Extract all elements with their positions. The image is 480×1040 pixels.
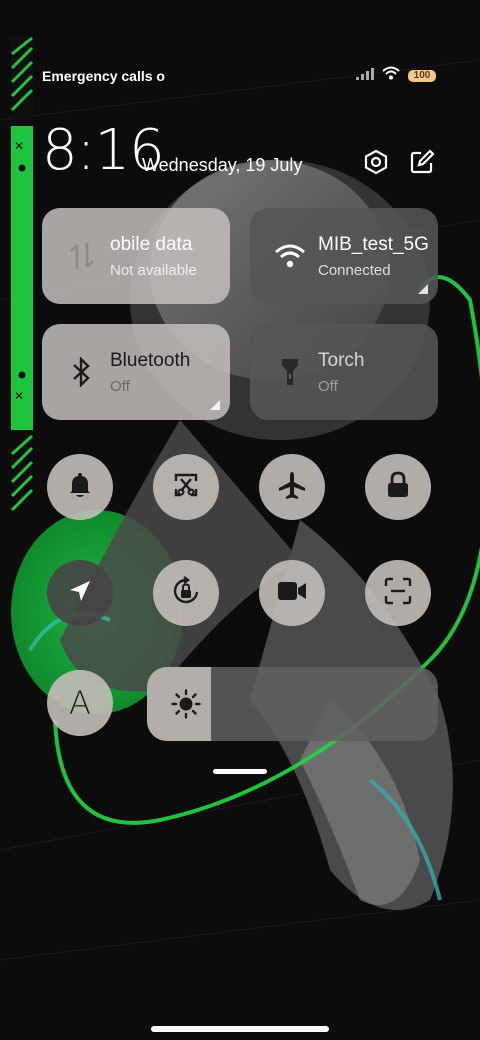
sun-icon <box>171 689 201 724</box>
scissors-screenshot-icon <box>172 471 200 504</box>
data-arrows-icon <box>66 240 98 272</box>
drag-handle[interactable] <box>213 769 267 774</box>
header: 8:16 Wednesday, 19 July <box>0 118 480 188</box>
expand-corner-icon[interactable] <box>210 400 220 410</box>
wifi-icon <box>274 240 306 272</box>
clock-date: Wednesday, 19 July <box>142 155 303 175</box>
tile-title: obile data <box>110 234 193 255</box>
rotation-lock-button[interactable] <box>153 560 219 626</box>
screenshot-button[interactable] <box>153 454 219 520</box>
svg-text:✕: ✕ <box>14 389 24 403</box>
tile-title: Bluetooth <box>110 350 191 371</box>
bluetooth-icon <box>66 356 98 388</box>
airplane-mode-button[interactable] <box>259 454 325 520</box>
bell-icon <box>66 471 94 504</box>
tile-subtitle: Connected <box>318 262 391 279</box>
tile-title: Torch <box>318 350 365 371</box>
rotation-lock-icon <box>171 575 201 611</box>
torch-icon <box>274 356 306 388</box>
bluetooth-tile[interactable]: Bluetooth Off <box>42 324 230 420</box>
scanner-button[interactable] <box>365 560 431 626</box>
tile-subtitle: Not available <box>110 262 197 279</box>
tile-subtitle: Off <box>318 378 338 395</box>
home-indicator[interactable] <box>151 1026 329 1032</box>
brightness-slider[interactable] <box>147 667 438 741</box>
battery-icon: 100 <box>408 69 436 82</box>
torch-tile[interactable]: Torch Off <box>250 324 438 420</box>
settings-icon[interactable] <box>362 148 390 176</box>
screen-recorder-button[interactable] <box>259 560 325 626</box>
mobile-data-tile[interactable]: obile data Not available <box>42 208 230 304</box>
edit-icon[interactable] <box>408 148 436 176</box>
signal-icon <box>356 67 374 85</box>
auto-brightness-button[interactable]: A <box>47 670 113 736</box>
silent-mode-button[interactable] <box>47 454 113 520</box>
tile-title: MIB_test_5G <box>318 234 428 255</box>
status-bar: Emergency calls o 100 <box>0 60 480 92</box>
wifi-icon <box>382 66 400 85</box>
location-arrow-icon <box>67 578 93 609</box>
airplane-icon <box>277 470 307 505</box>
scan-icon <box>384 577 412 610</box>
carrier-text: Emergency calls o <box>42 68 165 84</box>
letter-a-icon: A <box>69 684 91 722</box>
lock-screen-button[interactable] <box>365 454 431 520</box>
video-camera-icon <box>277 580 307 607</box>
status-icons: 100 <box>356 66 436 85</box>
tile-subtitle: Off <box>110 378 130 395</box>
location-button[interactable] <box>47 560 113 626</box>
wifi-tile[interactable]: MIB_test_5G Connected <box>250 208 438 304</box>
lock-icon <box>385 471 411 504</box>
expand-corner-icon[interactable] <box>418 284 428 294</box>
